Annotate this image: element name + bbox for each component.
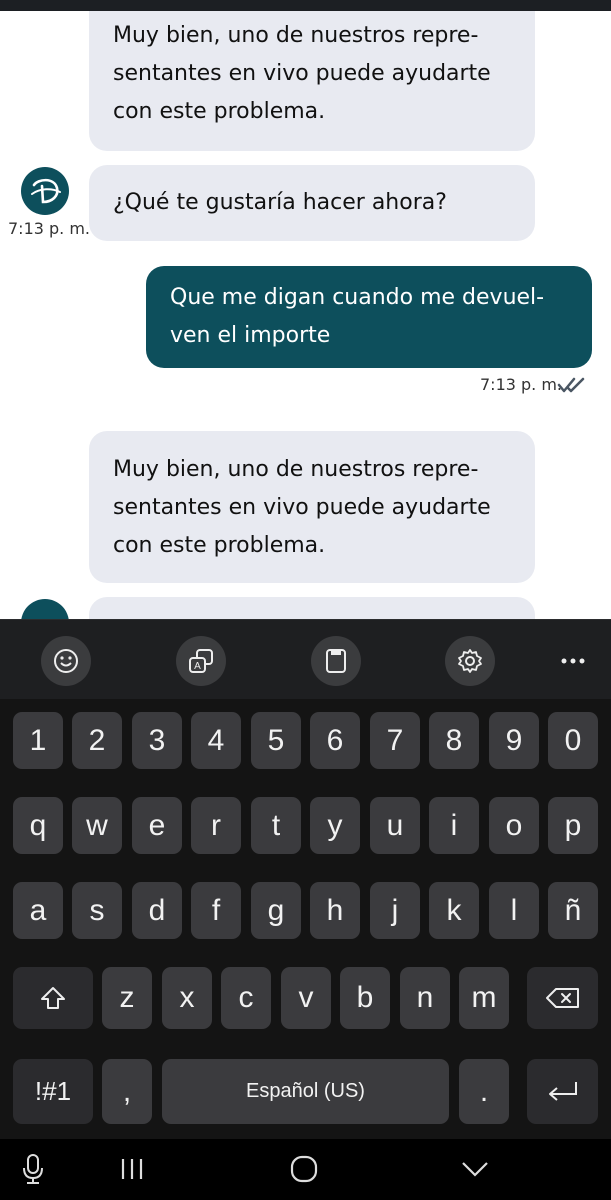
key-k[interactable]: k bbox=[429, 882, 479, 939]
key-u[interactable]: u bbox=[370, 797, 420, 854]
backspace-key[interactable] bbox=[527, 967, 598, 1029]
key-c[interactable]: c bbox=[221, 967, 271, 1029]
home-icon[interactable] bbox=[288, 1149, 320, 1189]
back-down-icon[interactable] bbox=[459, 1149, 491, 1189]
key-7[interactable]: 7 bbox=[370, 712, 420, 769]
more-icon[interactable] bbox=[548, 636, 598, 686]
key-5[interactable]: 5 bbox=[251, 712, 301, 769]
keyboard-keys: 1 2 3 4 5 6 7 8 9 0 q w e r t y u i o p … bbox=[0, 699, 611, 1139]
key-a[interactable]: a bbox=[13, 882, 63, 939]
key-j[interactable]: j bbox=[370, 882, 420, 939]
key-s[interactable]: s bbox=[72, 882, 122, 939]
key-4[interactable]: 4 bbox=[191, 712, 241, 769]
message-timestamp: 7:13 p. m. bbox=[480, 375, 563, 394]
key-g[interactable]: g bbox=[251, 882, 301, 939]
key-3[interactable]: 3 bbox=[132, 712, 182, 769]
key-8[interactable]: 8 bbox=[429, 712, 479, 769]
clipboard-icon[interactable] bbox=[311, 636, 361, 686]
key-9[interactable]: 9 bbox=[489, 712, 539, 769]
key-i[interactable]: i bbox=[429, 797, 479, 854]
disney-avatar-icon bbox=[21, 167, 69, 215]
recent-apps-icon[interactable] bbox=[117, 1149, 147, 1189]
key-b[interactable]: b bbox=[340, 967, 390, 1029]
message-timestamp: 7:13 p. m. bbox=[8, 219, 91, 238]
enter-key[interactable] bbox=[527, 1059, 598, 1124]
key-0[interactable]: 0 bbox=[548, 712, 598, 769]
key-v[interactable]: v bbox=[281, 967, 331, 1029]
key-enye[interactable]: ñ bbox=[548, 882, 598, 939]
message-bubble bbox=[89, 597, 535, 619]
shift-key[interactable] bbox=[13, 967, 93, 1029]
shift-icon bbox=[41, 987, 65, 1009]
chat-area[interactable]: Muy bien, uno de nuestros repre- sentant… bbox=[0, 11, 611, 619]
message-bubble: Muy bien, uno de nuestros repre- sentant… bbox=[89, 431, 535, 583]
period-key[interactable]: . bbox=[459, 1059, 509, 1124]
key-f[interactable]: f bbox=[191, 882, 241, 939]
enter-icon bbox=[548, 1081, 577, 1101]
keyboard-toolbar: A bbox=[0, 619, 611, 700]
key-t[interactable]: t bbox=[251, 797, 301, 854]
key-1[interactable]: 1 bbox=[13, 712, 63, 769]
message-text: ¿Qué te gustaría hacer ahora? bbox=[113, 190, 447, 215]
message-bubble: ¿Qué te gustaría hacer ahora? bbox=[89, 165, 535, 241]
svg-text:A: A bbox=[194, 661, 201, 672]
key-2[interactable]: 2 bbox=[72, 712, 122, 769]
comma-key[interactable]: , bbox=[102, 1059, 152, 1124]
key-y[interactable]: y bbox=[310, 797, 360, 854]
key-q[interactable]: q bbox=[13, 797, 63, 854]
key-z[interactable]: z bbox=[102, 967, 152, 1029]
message-bubble: Muy bien, uno de nuestros repre- sentant… bbox=[89, 11, 535, 151]
read-receipt-icon bbox=[557, 376, 587, 398]
key-6[interactable]: 6 bbox=[310, 712, 360, 769]
status-bar bbox=[0, 0, 611, 11]
key-n[interactable]: n bbox=[400, 967, 450, 1029]
disney-avatar-icon bbox=[21, 599, 69, 619]
backspace-icon bbox=[545, 988, 579, 1008]
key-e[interactable]: e bbox=[132, 797, 182, 854]
settings-icon[interactable] bbox=[445, 636, 495, 686]
space-key[interactable]: Español (US) bbox=[162, 1059, 449, 1124]
key-x[interactable]: x bbox=[162, 967, 212, 1029]
symbols-key[interactable]: !#1 bbox=[13, 1059, 93, 1124]
microphone-icon[interactable] bbox=[18, 1149, 48, 1189]
translate-icon[interactable]: A bbox=[176, 636, 226, 686]
key-o[interactable]: o bbox=[489, 797, 539, 854]
key-d[interactable]: d bbox=[132, 882, 182, 939]
key-h[interactable]: h bbox=[310, 882, 360, 939]
key-w[interactable]: w bbox=[72, 797, 122, 854]
keyboard: A 1 2 3 4 5 6 7 8 9 0 q w e r t y u i o … bbox=[0, 619, 611, 1200]
key-l[interactable]: l bbox=[489, 882, 539, 939]
navigation-bar bbox=[0, 1139, 611, 1200]
key-m[interactable]: m bbox=[459, 967, 509, 1029]
outgoing-message-bubble: Que me digan cuando me devuel- ven el im… bbox=[146, 266, 592, 368]
key-p[interactable]: p bbox=[548, 797, 598, 854]
key-r[interactable]: r bbox=[191, 797, 241, 854]
emoji-icon[interactable] bbox=[41, 636, 91, 686]
